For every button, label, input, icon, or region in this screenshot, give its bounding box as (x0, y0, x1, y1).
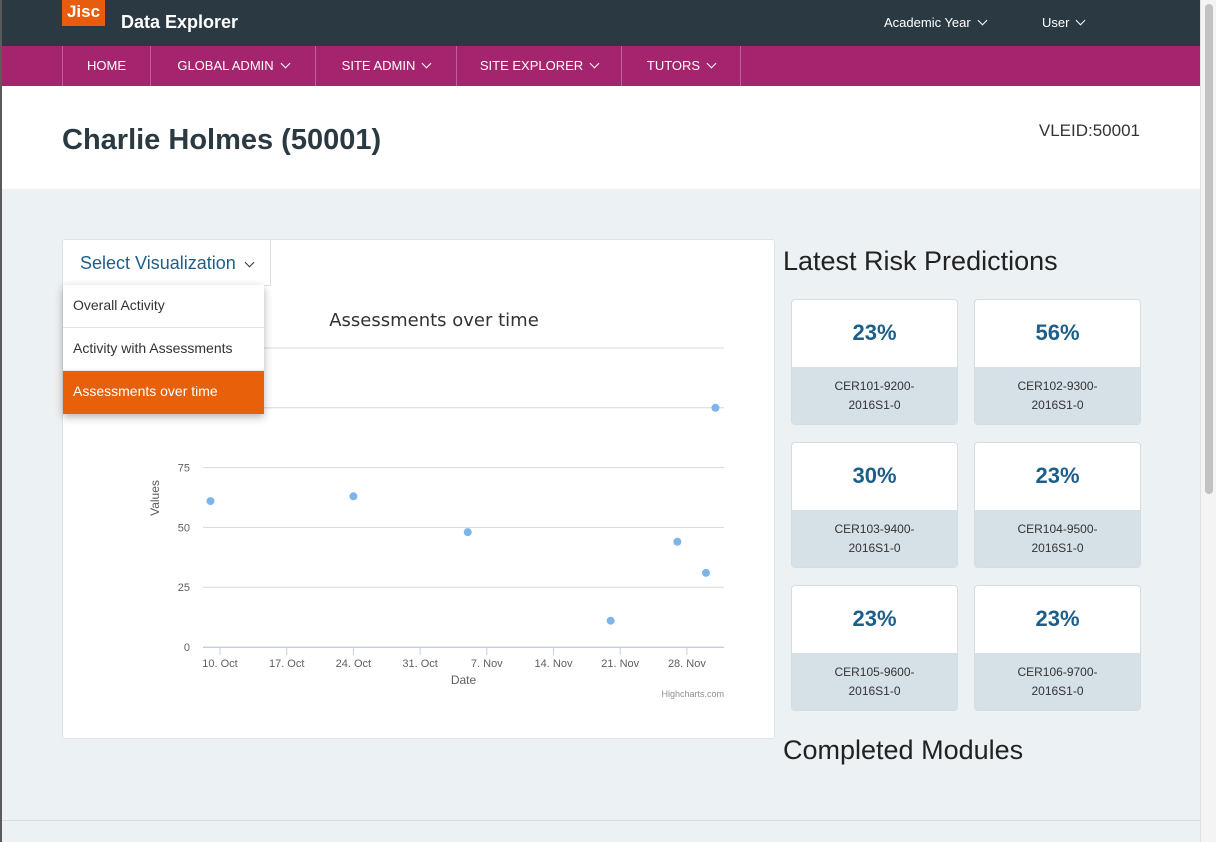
risk-percentage: 23% (852, 320, 897, 345)
risk-card[interactable]: 23% CER101-9200-2016S1-0 (791, 299, 958, 425)
option-activity-with-assessments[interactable]: Activity with Assessments (63, 328, 264, 371)
data-point (701, 568, 710, 577)
app-window: Jisc Data Explorer Academic Year User HO… (2, 0, 1200, 842)
x-tick-label: 28. Nov (668, 658, 706, 670)
y-tick-label: 0 (184, 642, 190, 654)
student-header: Charlie Holmes (50001) VLEID:50001 (2, 86, 1200, 189)
user-label: User (1042, 15, 1070, 30)
x-tick-label: 21. Nov (601, 658, 639, 670)
module-code: CER104-9500-2016S1-0 (975, 510, 1140, 567)
y-tick-label: 50 (178, 522, 190, 534)
data-point (206, 497, 215, 506)
risk-card[interactable]: 23% CER105-9600-2016S1-0 (791, 585, 958, 711)
main-nav: HOME GLOBAL ADMIN SITE ADMIN SITE EXPLOR… (2, 46, 1200, 86)
risk-card[interactable]: 23% CER104-9500-2016S1-0 (974, 442, 1141, 568)
y-tick-label: 75 (178, 463, 190, 475)
top-bar: Jisc Data Explorer Academic Year User (2, 0, 1200, 46)
vertical-scrollbar[interactable] (1200, 0, 1216, 842)
option-overall-activity[interactable]: Overall Activity (63, 285, 264, 328)
option-assessments-over-time[interactable]: Assessments over time (63, 371, 264, 414)
y-tick-label: 25 (178, 582, 190, 594)
visualization-panel: Assessments over time025507510010. Oct17… (62, 239, 775, 739)
vleid-label: VLEID:50001 (1038, 121, 1140, 140)
risk-card[interactable]: 56% CER102-9300-2016S1-0 (974, 299, 1141, 425)
data-point (711, 403, 720, 412)
x-tick-label: 14. Nov (535, 658, 573, 670)
risk-predictions-title: Latest Risk Predictions (783, 246, 1058, 276)
jisc-logo[interactable]: Jisc (62, 0, 105, 26)
nav-site-explorer-label: SITE EXPLORER (479, 58, 584, 73)
chevron-down-icon (421, 58, 432, 69)
nav-tutors-label: TUTORS (646, 58, 701, 73)
select-visualization-dropdown[interactable]: Select Visualization (63, 240, 271, 286)
x-axis-title: Date (451, 673, 477, 687)
academic-year-label: Academic Year (884, 15, 971, 30)
module-code: CER101-9200-2016S1-0 (792, 367, 957, 424)
nav-global-admin-label: GLOBAL ADMIN (177, 58, 274, 73)
nav-site-admin-label: SITE ADMIN (341, 58, 416, 73)
x-tick-label: 31. Oct (402, 658, 437, 670)
risk-card[interactable]: 30% CER103-9400-2016S1-0 (791, 442, 958, 568)
chevron-down-icon (1076, 15, 1086, 26)
data-point (463, 528, 472, 537)
academic-year-menu[interactable]: Academic Year (884, 15, 988, 30)
app-title[interactable]: Data Explorer (121, 12, 238, 33)
module-code: CER106-9700-2016S1-0 (975, 653, 1140, 710)
nav-home-label: HOME (87, 58, 126, 73)
nav-tutors[interactable]: TUTORS (621, 46, 741, 86)
x-tick-label: 24. Oct (336, 658, 371, 670)
x-tick-label: 10. Oct (202, 658, 237, 670)
module-code: CER103-9400-2016S1-0 (792, 510, 957, 567)
nav-site-admin[interactable]: SITE ADMIN (315, 46, 456, 86)
chevron-down-icon (280, 58, 291, 69)
data-point (349, 492, 358, 501)
module-code: CER102-9300-2016S1-0 (975, 367, 1140, 424)
risk-percentage: 23% (1035, 463, 1080, 488)
x-tick-label: 17. Oct (269, 658, 304, 670)
risk-percentage: 23% (1035, 606, 1080, 631)
risk-percentage: 23% (852, 606, 897, 631)
data-point (606, 616, 615, 625)
scrollbar-thumb[interactable] (1205, 4, 1213, 494)
chevron-down-icon (589, 58, 600, 69)
data-point (673, 537, 682, 546)
nav-site-explorer[interactable]: SITE EXPLORER (456, 46, 621, 86)
footer-divider (2, 820, 1200, 821)
visualization-menu: Overall Activity Activity with Assessmen… (63, 285, 264, 414)
chevron-down-icon (977, 15, 988, 26)
risk-percentage: 56% (1035, 320, 1080, 345)
chart-credits: Highcharts.com (661, 689, 724, 699)
user-menu[interactable]: User (1042, 15, 1086, 30)
chevron-down-icon (706, 58, 717, 69)
chart-title: Assessments over time (329, 310, 539, 331)
risk-card[interactable]: 23% CER106-9700-2016S1-0 (974, 585, 1141, 711)
completed-modules-title: Completed Modules (783, 735, 1024, 765)
risk-percentage: 30% (852, 463, 897, 488)
nav-global-admin[interactable]: GLOBAL ADMIN (150, 46, 315, 86)
page-title: Charlie Holmes (50001) (62, 124, 382, 156)
x-tick-label: 7. Nov (471, 658, 503, 670)
module-code: CER105-9600-2016S1-0 (792, 653, 957, 710)
y-axis-title: Values (148, 480, 162, 516)
chevron-down-icon (244, 257, 255, 268)
nav-home[interactable]: HOME (62, 46, 150, 86)
select-visualization-label: Select Visualization (80, 253, 236, 273)
